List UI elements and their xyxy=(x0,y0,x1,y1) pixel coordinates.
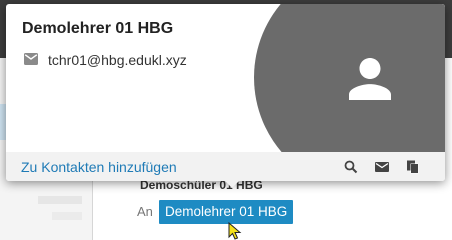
popover-arrow xyxy=(224,180,240,188)
to-label: An xyxy=(137,204,153,219)
contact-name: Demolehrer 01 HBG xyxy=(22,20,174,37)
send-email-icon[interactable] xyxy=(374,159,390,175)
recipient-chip[interactable]: Demolehrer 01 HBG xyxy=(159,200,294,224)
popover-footer: Zu Kontakten hinzufügen xyxy=(6,152,445,181)
avatar xyxy=(254,4,445,152)
contact-popover: Demolehrer 01 HBG tchr01@hbg.edukl.xyz Z… xyxy=(6,4,445,181)
add-to-contacts-link[interactable]: Zu Kontakten hinzufügen xyxy=(21,159,177,175)
mail-list-item-fade xyxy=(38,196,82,204)
mail-list-item-fade xyxy=(52,212,82,220)
email-icon xyxy=(24,53,38,65)
mouse-cursor-icon xyxy=(228,222,242,240)
copy-icon[interactable] xyxy=(405,159,421,175)
person-icon xyxy=(349,58,391,100)
search-icon[interactable] xyxy=(343,159,359,175)
contact-email[interactable]: tchr01@hbg.edukl.xyz xyxy=(48,52,187,68)
